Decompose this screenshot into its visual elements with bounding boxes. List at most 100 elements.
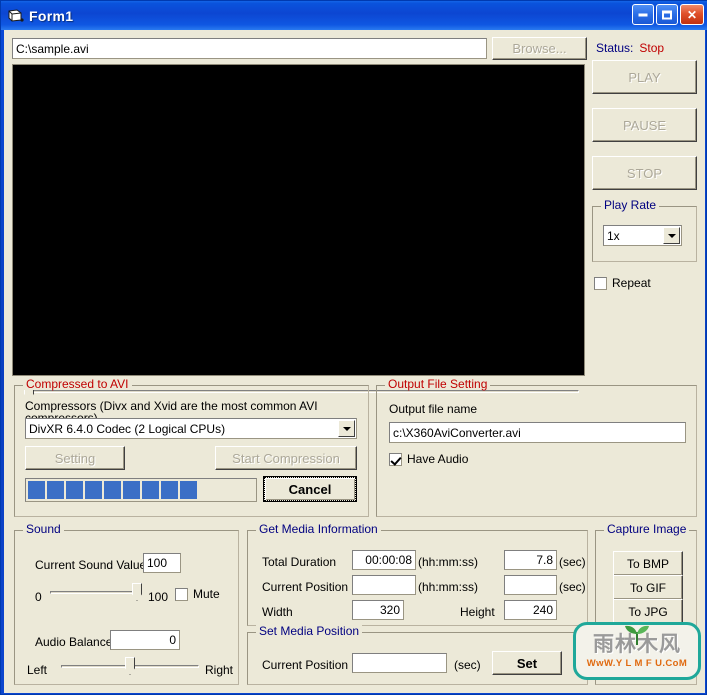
minimize-button[interactable]	[632, 4, 654, 25]
current-position-hms-input[interactable]	[352, 575, 416, 595]
width-value: 320	[379, 603, 400, 617]
current-position-label: Current Position	[262, 580, 349, 594]
pause-label: PAUSE	[622, 117, 667, 133]
set-media-position-group-label: Set Media Position	[256, 625, 363, 637]
current-sound-value: 100	[147, 556, 168, 570]
mute-checkbox-box[interactable]	[175, 587, 188, 601]
play-rate-value: 1x	[607, 228, 620, 243]
chevron-down-icon[interactable]	[338, 420, 355, 437]
balance-right-label: Right	[205, 663, 234, 677]
file-path-input[interactable]: C:\sample.avi	[12, 38, 487, 59]
progress-block	[28, 481, 45, 499]
output-file-setting-group-label: Output File Setting	[385, 378, 491, 390]
output-file-name-input[interactable]: c:\X360AviConverter.avi	[389, 422, 686, 443]
width-input[interactable]: 320	[352, 600, 404, 620]
video-display[interactable]	[12, 64, 585, 376]
window-controls: ✕	[632, 4, 704, 25]
browse-button[interactable]: Browse...	[492, 37, 587, 60]
current-sound-value-input[interactable]: 100	[143, 553, 181, 573]
set-position-input[interactable]	[352, 653, 447, 673]
have-audio-label: Have Audio	[407, 452, 469, 466]
height-value: 240	[532, 603, 553, 617]
total-duration-sec-input[interactable]: 7.8	[504, 550, 557, 570]
maximize-icon	[662, 10, 672, 19]
current-position-hms-unit: (hh:mm:ss)	[418, 580, 478, 594]
status-row: Status: Stop	[596, 41, 664, 55]
set-media-position-group: Set Media Position Current Position (sec…	[247, 625, 588, 685]
play-rate-group-label: Play Rate	[601, 199, 660, 211]
get-media-information-group: Get Media Information Total Duration 00:…	[247, 523, 588, 626]
total-duration-label: Total Duration	[262, 555, 337, 569]
volume-track[interactable]	[50, 591, 142, 594]
total-duration-hms-input[interactable]: 00:00:08	[352, 550, 416, 570]
capture-to-bmp-button[interactable]: To BMP	[613, 551, 683, 576]
cancel-label: Cancel	[288, 481, 332, 497]
set-button[interactable]: Set	[492, 651, 562, 675]
start-compression-label: Start Compression	[232, 450, 340, 466]
play-rate-group: Play Rate 1x	[592, 199, 697, 262]
current-position-sec-unit: (sec)	[559, 580, 586, 594]
mute-label: Mute	[193, 587, 220, 601]
cancel-button[interactable]: Cancel	[263, 476, 357, 502]
sound-group: Sound Current Sound Value: 100 0 100 Mut…	[14, 523, 239, 685]
capture-button-label: To GIF	[629, 580, 666, 595]
audio-balance-value: 0	[169, 633, 176, 647]
progress-block	[123, 481, 140, 499]
watermark-title: 雨林木风	[593, 625, 681, 655]
setting-label: Setting	[54, 450, 96, 466]
client-area: C:\sample.avi Browse... Status: Stop PLA…	[4, 30, 705, 693]
repeat-label: Repeat	[612, 276, 651, 290]
height-input[interactable]: 240	[504, 600, 557, 620]
application-root: Form1 ✕ C:\sample.avi Browse... Status: …	[0, 0, 707, 695]
start-compression-button[interactable]: Start Compression	[215, 446, 357, 470]
progress-block	[85, 481, 102, 499]
set-position-label: Current Position	[262, 658, 349, 672]
get-media-information-group-label: Get Media Information	[256, 523, 381, 535]
main-window: Form1 ✕ C:\sample.avi Browse... Status: …	[0, 0, 707, 695]
status-value: Stop	[639, 41, 665, 55]
volume-slider[interactable]	[50, 583, 142, 601]
sound-group-label: Sound	[23, 523, 64, 535]
close-button[interactable]: ✕	[680, 4, 704, 25]
capture-image-group-label: Capture Image	[604, 523, 690, 535]
close-icon: ✕	[686, 7, 698, 22]
play-button[interactable]: PLAY	[592, 60, 697, 94]
minimize-icon	[638, 13, 648, 16]
repeat-checkbox-box[interactable]	[594, 276, 607, 290]
compressor-value: DivXR 6.4.0 Codec (2 Logical CPUs)	[29, 421, 226, 436]
compressor-select[interactable]: DivXR 6.4.0 Codec (2 Logical CPUs)	[25, 418, 357, 439]
compression-progress-bar	[25, 478, 257, 502]
capture-to-jpg-button[interactable]: To JPG	[613, 599, 683, 624]
capture-to-gif-button[interactable]: To GIF	[613, 575, 683, 600]
setting-button[interactable]: Setting	[25, 446, 125, 470]
mute-checkbox[interactable]: Mute	[175, 587, 220, 601]
play-label: PLAY	[628, 69, 661, 85]
play-rate-select[interactable]: 1x	[603, 225, 682, 246]
progress-block	[47, 481, 64, 499]
progress-block	[66, 481, 83, 499]
file-path-value: C:\sample.avi	[16, 41, 89, 56]
status-label: Status:	[596, 41, 634, 55]
audio-balance-input[interactable]: 0	[110, 630, 180, 650]
output-file-name-label: Output file name	[389, 402, 478, 416]
balance-slider[interactable]	[61, 657, 199, 675]
have-audio-checkbox-box[interactable]	[389, 452, 402, 466]
set-position-unit: (sec)	[454, 658, 481, 672]
compressed-to-avi-group-label: Compressed to AVI	[23, 378, 132, 390]
title-bar[interactable]: Form1 ✕	[1, 1, 707, 30]
balance-left-label: Left	[27, 663, 48, 677]
have-audio-checkbox[interactable]: Have Audio	[389, 452, 468, 466]
current-position-sec-input[interactable]	[504, 575, 557, 595]
volume-min-label: 0	[35, 590, 42, 604]
pause-button[interactable]: PAUSE	[592, 108, 697, 142]
browse-label: Browse...	[512, 41, 567, 56]
chevron-down-icon[interactable]	[663, 227, 680, 244]
repeat-checkbox[interactable]: Repeat	[594, 276, 651, 290]
progress-block	[180, 481, 197, 499]
stop-button[interactable]: STOP	[592, 156, 697, 190]
audio-balance-label: Audio Balance	[35, 635, 113, 649]
balance-thumb[interactable]	[125, 657, 135, 675]
volume-max-label: 100	[148, 590, 169, 604]
maximize-button[interactable]	[656, 4, 678, 25]
volume-thumb[interactable]	[132, 583, 142, 601]
